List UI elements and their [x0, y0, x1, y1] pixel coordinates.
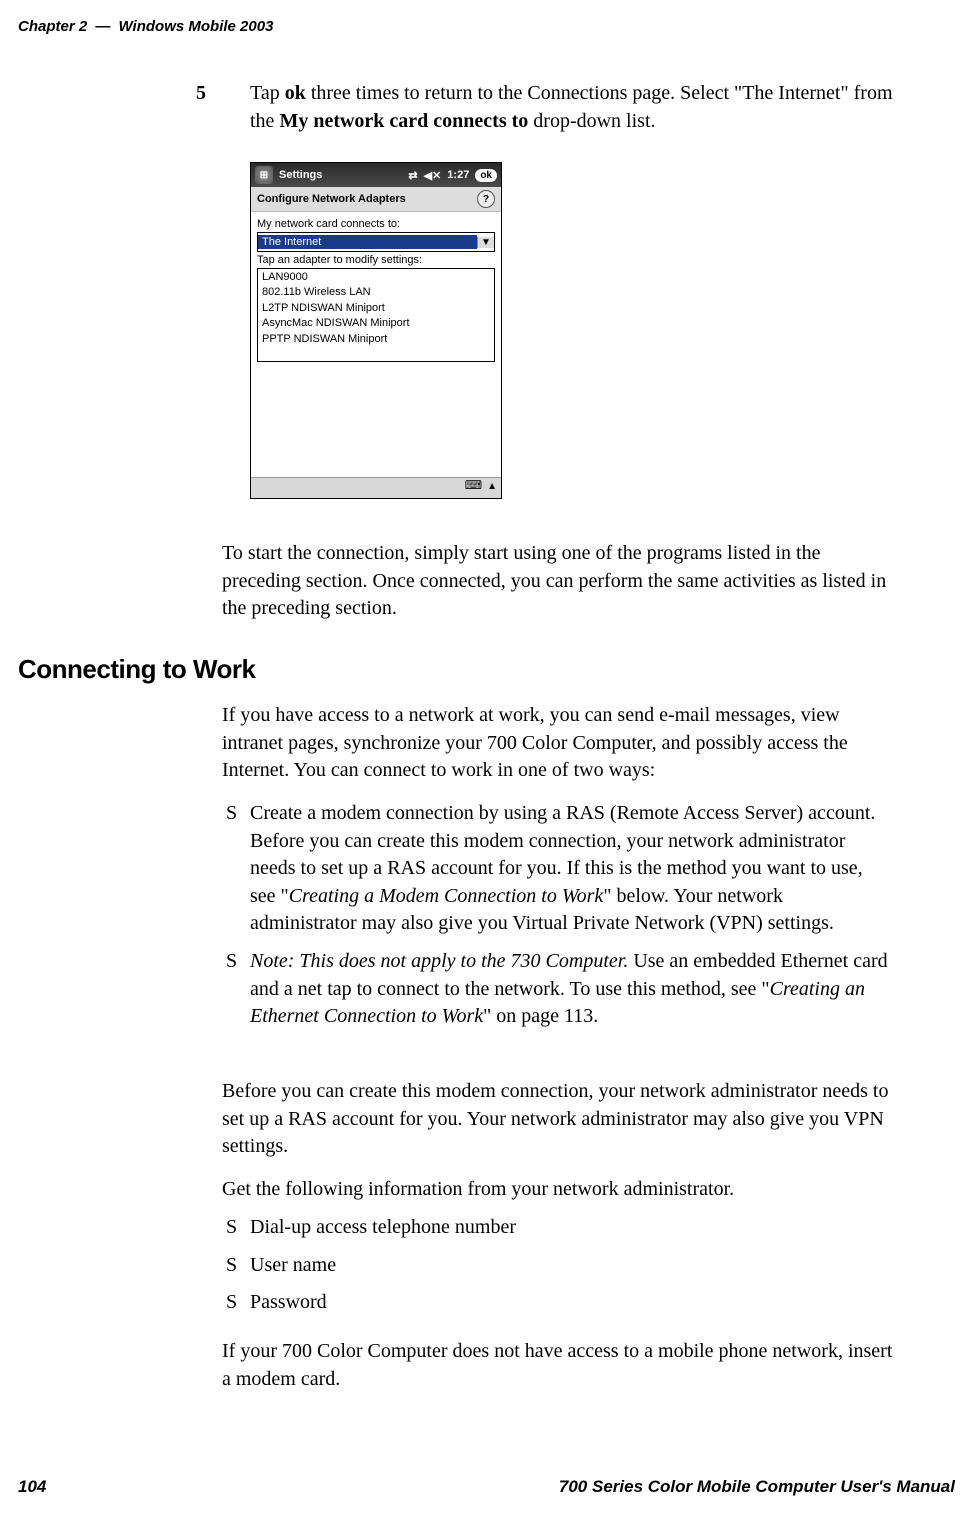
ok-button[interactable]: ok [475, 169, 497, 182]
step-number: 5 [196, 80, 206, 108]
wm-title: Settings [279, 169, 322, 181]
wm-time: 1:27 [447, 169, 469, 181]
list-item[interactable]: L2TP NDISWAN Miniport [262, 301, 490, 316]
connectivity-icon[interactable]: ⇄ [408, 169, 417, 182]
speaker-icon[interactable]: ◀✕ [424, 169, 442, 182]
info-list: Dial-up access telephone number User nam… [222, 1214, 893, 1327]
dropdown-selected: The Internet [258, 235, 477, 249]
header-dash: — [95, 18, 110, 35]
wm-subtitle: Configure Network Adapters [257, 193, 406, 205]
wm-screenshot: ⊞ Settings ⇄ ◀✕ 1:27 ok Configure Networ… [250, 162, 502, 499]
wm-body: My network card connects to: The Interne… [251, 212, 501, 366]
wm-titlebar: ⊞ Settings ⇄ ◀✕ 1:27 ok [251, 163, 501, 187]
page: Chapter 2 — Windows Mobile 2003 5 Tap ok… [0, 0, 973, 1519]
adapter-listbox[interactable]: LAN9000 802.11b Wireless LAN L2TP NDISWA… [257, 268, 495, 362]
list-item[interactable]: AsyncMac NDISWAN Miniport [262, 316, 490, 331]
chapter-title: Windows Mobile 2003 [119, 18, 274, 35]
wm-label-2: Tap an adapter to modify settings: [257, 254, 495, 266]
paragraph-before-create: Before you can create this modem connect… [222, 1078, 893, 1161]
network-dropdown[interactable]: The Internet ▼ [257, 232, 495, 252]
list-item: Note: This does not apply to the 730 Com… [222, 948, 893, 1031]
paragraph-last: If your 700 Color Computer does not have… [222, 1338, 893, 1393]
step-bold-2: My network card connects to [279, 110, 528, 132]
start-flag-icon[interactable]: ⊞ [255, 166, 273, 184]
list-item[interactable]: LAN9000 [262, 270, 490, 285]
two-ways-list: Create a modem connection by using a RAS… [222, 800, 893, 1041]
footer-title: 700 Series Color Mobile Computer User's … [559, 1477, 955, 1497]
step-ok-bold: ok [285, 82, 306, 104]
bullet2-post: " on page 113. [483, 1005, 598, 1027]
keyboard-icon[interactable]: ⌨ [465, 478, 482, 492]
page-number: 104 [18, 1477, 46, 1497]
menu-arrow-icon[interactable]: ▲ [487, 481, 497, 492]
paragraph-after-screenshot: To start the connection, simply start us… [222, 540, 893, 623]
list-item[interactable]: 802.11b Wireless LAN [262, 285, 490, 300]
list-item: Create a modem connection by using a RAS… [222, 800, 893, 938]
step-5: 5 Tap ok three times to return to the Co… [222, 80, 893, 135]
wm-subheader: Configure Network Adapters ? [251, 187, 501, 212]
wm-bottombar: ⌨ ▲ [251, 477, 501, 498]
list-item: User name [222, 1252, 893, 1280]
heading-connecting-to-work: Connecting to Work [18, 654, 256, 685]
bullet2-note: Note: This does not apply to the 730 Com… [250, 950, 628, 972]
list-item: Password [222, 1289, 893, 1317]
bullet1-ital: Creating a Modem Connection to Work [289, 885, 604, 907]
paragraph-get-info: Get the following information from your … [222, 1176, 893, 1204]
page-footer: 104 700 Series Color Mobile Computer Use… [18, 1477, 955, 1497]
help-icon[interactable]: ? [477, 190, 495, 208]
step-text-3: drop-down list. [528, 110, 655, 132]
chapter-label: Chapter 2 [18, 18, 87, 35]
list-item: Dial-up access telephone number [222, 1214, 893, 1242]
wm-label-1: My network card connects to: [257, 218, 495, 230]
dropdown-arrow-icon[interactable]: ▼ [477, 237, 494, 248]
running-header: Chapter 2 — Windows Mobile 2003 [18, 18, 273, 35]
step-text-1: Tap [250, 82, 285, 104]
paragraph-intro: If you have access to a network at work,… [222, 702, 893, 785]
list-item[interactable]: PPTP NDISWAN Miniport [262, 332, 490, 347]
